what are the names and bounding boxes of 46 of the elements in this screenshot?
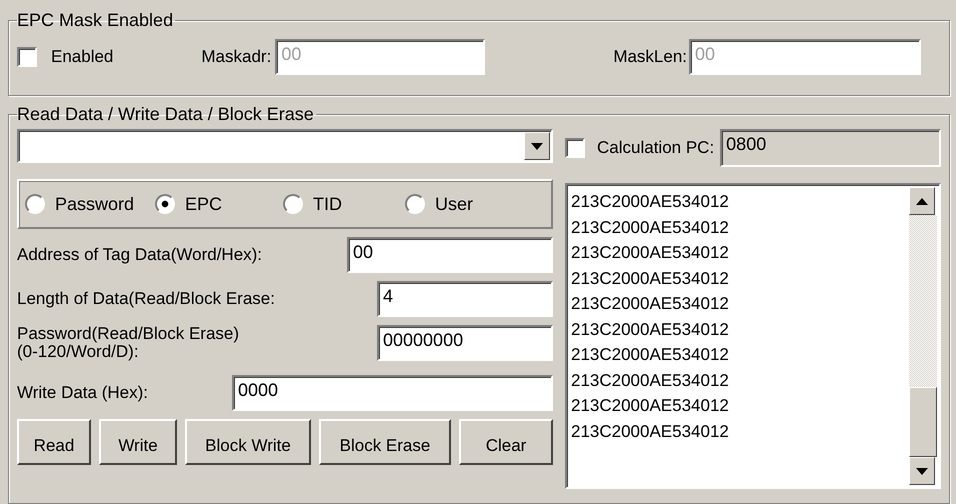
field-label: Maskadr: <box>201 47 272 67</box>
radio-button[interactable] <box>283 194 303 214</box>
scroll-down-icon[interactable] <box>909 457 935 485</box>
action-button[interactable]: Block Write <box>185 419 311 465</box>
checkbox-label: Calculation PC: <box>597 138 714 158</box>
field-label: Write Data (Hex): <box>17 384 149 402</box>
list-item[interactable]: 213C2000AE534012 <box>571 368 905 393</box>
field-label: Password(Read/Block Erase) (0-120/Word/D): <box>17 325 240 361</box>
calculation-pc-checkbox[interactable]: Calculation PC: <box>565 138 714 158</box>
scroll-thumb[interactable] <box>909 387 937 457</box>
list-item[interactable]: 213C2000AE534012 <box>571 266 905 291</box>
list-item[interactable]: 213C2000AE534012 <box>571 240 905 266</box>
checkbox[interactable] <box>17 47 37 67</box>
action-button[interactable]: Read <box>17 419 91 465</box>
input-field[interactable]: 4 <box>377 281 553 317</box>
checkbox[interactable] <box>565 138 585 158</box>
list-item[interactable]: 213C2000AE534012 <box>571 342 905 368</box>
list-item[interactable]: 213C2000AE534012 <box>571 316 905 342</box>
list-item[interactable]: 213C2000AE534012 <box>571 189 905 214</box>
enabled-checkbox[interactable]: Enabled <box>17 47 114 67</box>
input-field: 0800 <box>720 129 941 167</box>
scroll-up-icon[interactable] <box>909 187 935 215</box>
list-item[interactable]: 213C2000AE534012 <box>571 291 905 316</box>
checkbox-label: Enabled <box>51 47 114 67</box>
input-field[interactable]: 0000 <box>232 375 553 411</box>
radio-button[interactable] <box>25 194 45 214</box>
action-button[interactable]: Block Erase <box>319 419 451 465</box>
dropdown-field[interactable] <box>17 129 553 163</box>
list-item[interactable]: 213C2000AE534012 <box>571 214 905 240</box>
radio-label: EPC <box>185 194 222 214</box>
group-title: EPC Mask Enabled <box>17 10 174 31</box>
radio-label: User <box>435 194 474 214</box>
action-button[interactable]: Clear <box>459 419 553 465</box>
group-title: Read Data / Write Data / Block Erase <box>17 104 315 125</box>
input-field[interactable]: 00000000 <box>377 325 553 361</box>
field-label: Address of Tag Data(Word/Hex): <box>17 246 264 264</box>
radio-label: Password <box>55 194 134 214</box>
radio-button[interactable] <box>405 194 425 214</box>
list-item[interactable]: 213C2000AE534012 <box>571 418 905 444</box>
radio-button[interactable] <box>155 194 175 214</box>
input-field[interactable]: 00 <box>347 237 553 273</box>
action-button[interactable]: Write <box>99 419 177 465</box>
radio-label: TID <box>313 194 342 214</box>
field-label: MaskLen: <box>613 47 688 67</box>
field-label: Length of Data(Read/Block Erase: <box>17 290 276 308</box>
list-item[interactable]: 213C2000AE534012 <box>571 393 905 418</box>
